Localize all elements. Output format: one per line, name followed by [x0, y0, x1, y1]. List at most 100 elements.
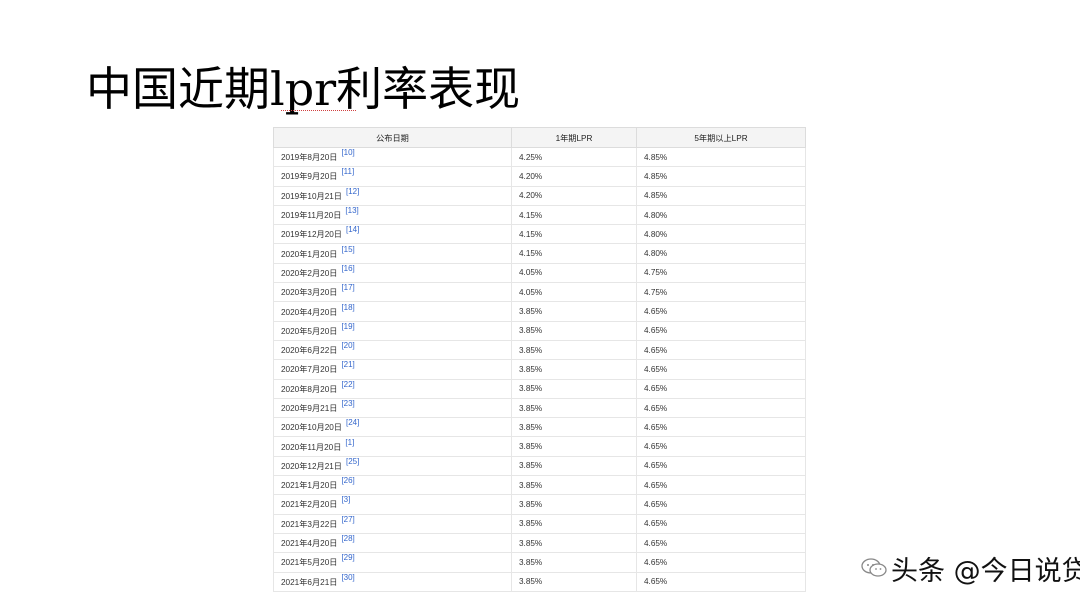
lpr-5y-cell: 4.65%: [636, 513, 806, 534]
table-row: 2020年6月22日[20] 3.85% 4.65%: [273, 339, 806, 361]
lpr-5y-cell: 4.80%: [636, 204, 806, 226]
table-row: 2021年1月20日[26] 3.85% 4.65%: [273, 475, 806, 496]
reference-link[interactable]: [17]: [341, 283, 354, 292]
date-cell: 2021年3月22日[27]: [273, 513, 512, 534]
table-row: 2019年10月21日 [12] 4.20% 4.85%: [273, 185, 806, 206]
date-cell: 2021年1月20日[26]: [273, 475, 512, 496]
reference-link[interactable]: [20]: [341, 341, 354, 350]
lpr-1y-cell: 3.85%: [511, 417, 637, 438]
reference-link[interactable]: [21]: [341, 360, 354, 369]
reference-link[interactable]: [18]: [341, 303, 354, 312]
reference-link[interactable]: [27]: [341, 515, 354, 524]
date-text: 2019年9月20日: [281, 172, 338, 182]
date-text: 2020年8月20日: [281, 384, 338, 394]
lpr-5y-cell: 4.65%: [636, 552, 806, 573]
reference-link[interactable]: [25]: [346, 457, 359, 466]
lpr-1y-cell: 4.15%: [511, 243, 637, 264]
date-cell: 2019年12月20日 [14]: [273, 224, 512, 245]
lpr-1y-cell: 3.85%: [511, 359, 637, 380]
lpr-5y-cell: 4.65%: [636, 571, 806, 592]
date-cell: 2020年11月20日[1]: [273, 436, 512, 457]
table-row: 2019年9月20日[11] 4.20% 4.85%: [273, 166, 806, 187]
table-row: 2021年2月20日[3] 3.85% 4.65%: [273, 494, 806, 515]
date-text: 2019年11月20日: [281, 211, 342, 221]
reference-link[interactable]: [16]: [341, 264, 354, 273]
lpr-1y-cell: 3.85%: [511, 436, 637, 457]
date-text: 2021年6月21日: [281, 577, 338, 587]
lpr-5y-cell: 4.65%: [636, 378, 806, 399]
lpr-1y-cell: 3.85%: [511, 475, 637, 496]
table-row: 2020年12月21日 [25] 3.85% 4.65%: [273, 455, 806, 477]
reference-link[interactable]: [14]: [346, 225, 359, 234]
lpr-5y-cell: 4.65%: [636, 397, 806, 419]
reference-link[interactable]: [19]: [341, 322, 354, 331]
date-cell: 2020年3月20日[17]: [273, 282, 512, 303]
date-text: 2020年5月20日: [281, 326, 338, 336]
lpr-1y-cell: 4.05%: [511, 282, 637, 303]
reference-link[interactable]: [30]: [341, 573, 354, 582]
lpr-1y-cell: 3.85%: [511, 301, 637, 322]
table-row: 2020年9月21日[23] 3.85% 4.65%: [273, 397, 806, 419]
lpr-5y-cell: 4.75%: [636, 282, 806, 303]
date-text: 2020年3月20日: [281, 288, 338, 298]
date-text: 2021年4月20日: [281, 539, 338, 549]
reference-link[interactable]: [28]: [341, 534, 354, 543]
header-lpr-5y: 5年期以上LPR: [636, 127, 806, 148]
reference-link[interactable]: [11]: [341, 167, 354, 176]
date-cell: 2021年6月21日[30]: [273, 571, 512, 592]
reference-link[interactable]: [12]: [346, 187, 359, 196]
reference-link[interactable]: [23]: [341, 399, 354, 408]
date-text: 2020年6月22日: [281, 346, 338, 356]
date-cell: 2019年8月20日[10]: [273, 146, 512, 168]
reference-link[interactable]: [29]: [341, 553, 354, 562]
table-row: 2020年10月20日 [24] 3.85% 4.65%: [273, 417, 806, 438]
date-text: 2021年5月20日: [281, 558, 338, 568]
table-row: 2021年3月22日[27] 3.85% 4.65%: [273, 513, 806, 534]
reference-link[interactable]: [10]: [341, 148, 354, 157]
reference-link[interactable]: [13]: [345, 206, 358, 215]
reference-link[interactable]: [1]: [345, 438, 354, 447]
lpr-5y-cell: 4.85%: [636, 146, 806, 168]
lpr-5y-cell: 4.65%: [636, 339, 806, 361]
date-cell: 2020年7月20日[21]: [273, 359, 512, 380]
date-cell: 2019年11月20日[13]: [273, 204, 512, 226]
date-cell: 2020年4月20日[18]: [273, 301, 512, 322]
lpr-1y-cell: 3.85%: [511, 532, 637, 554]
lpr-1y-cell: 4.05%: [511, 262, 637, 284]
date-cell: 2019年9月20日[11]: [273, 166, 512, 187]
date-cell: 2020年1月20日[15]: [273, 243, 512, 264]
table-row: 2020年11月20日[1] 3.85% 4.65%: [273, 436, 806, 457]
date-text: 2020年10月20日: [281, 423, 342, 433]
lpr-5y-cell: 4.65%: [636, 301, 806, 322]
date-text: 2020年4月20日: [281, 307, 338, 317]
table-body: 2019年8月20日[10] 4.25% 4.85% 2019年9月20日[11] 4.…: [273, 146, 806, 592]
table-row: 2020年8月20日[22] 3.85% 4.65%: [273, 378, 806, 399]
table-header-row: 公布日期 1年期LPR 5年期以上LPR: [273, 127, 806, 148]
watermark-text: 头条 @今日说贷: [891, 555, 1080, 587]
table-row: 2019年11月20日[13] 4.15% 4.80%: [273, 204, 806, 226]
date-cell: 2020年5月20日[19]: [273, 320, 512, 341]
reference-link[interactable]: [24]: [346, 418, 359, 427]
reference-link[interactable]: [26]: [341, 476, 354, 485]
lpr-5y-cell: 4.65%: [636, 532, 806, 554]
date-cell: 2021年2月20日[3]: [273, 494, 512, 515]
lpr-5y-cell: 4.80%: [636, 224, 806, 245]
table-row: 2020年7月20日[21] 3.85% 4.65%: [273, 359, 806, 380]
header-date: 公布日期: [273, 127, 512, 148]
lpr-1y-cell: 3.85%: [511, 494, 637, 515]
date-cell: 2021年4月20日[28]: [273, 532, 512, 554]
lpr-5y-cell: 4.65%: [636, 494, 806, 515]
reference-link[interactable]: [15]: [341, 245, 354, 254]
lpr-1y-cell: 4.15%: [511, 204, 637, 226]
date-text: 2021年2月20日: [281, 500, 338, 510]
lpr-1y-cell: 3.85%: [511, 513, 637, 534]
header-lpr-1y: 1年期LPR: [511, 127, 637, 148]
lpr-table: 公布日期 1年期LPR 5年期以上LPR 2019年8月20日[10] 4.25%…: [273, 127, 806, 592]
reference-link[interactable]: [22]: [341, 380, 354, 389]
lpr-1y-cell: 4.25%: [511, 146, 637, 168]
reference-link[interactable]: [3]: [341, 495, 350, 504]
lpr-5y-cell: 4.65%: [636, 475, 806, 496]
date-text: 2019年8月20日: [281, 153, 338, 163]
lpr-1y-cell: 3.85%: [511, 320, 637, 341]
date-text: 2019年12月20日: [281, 230, 342, 240]
